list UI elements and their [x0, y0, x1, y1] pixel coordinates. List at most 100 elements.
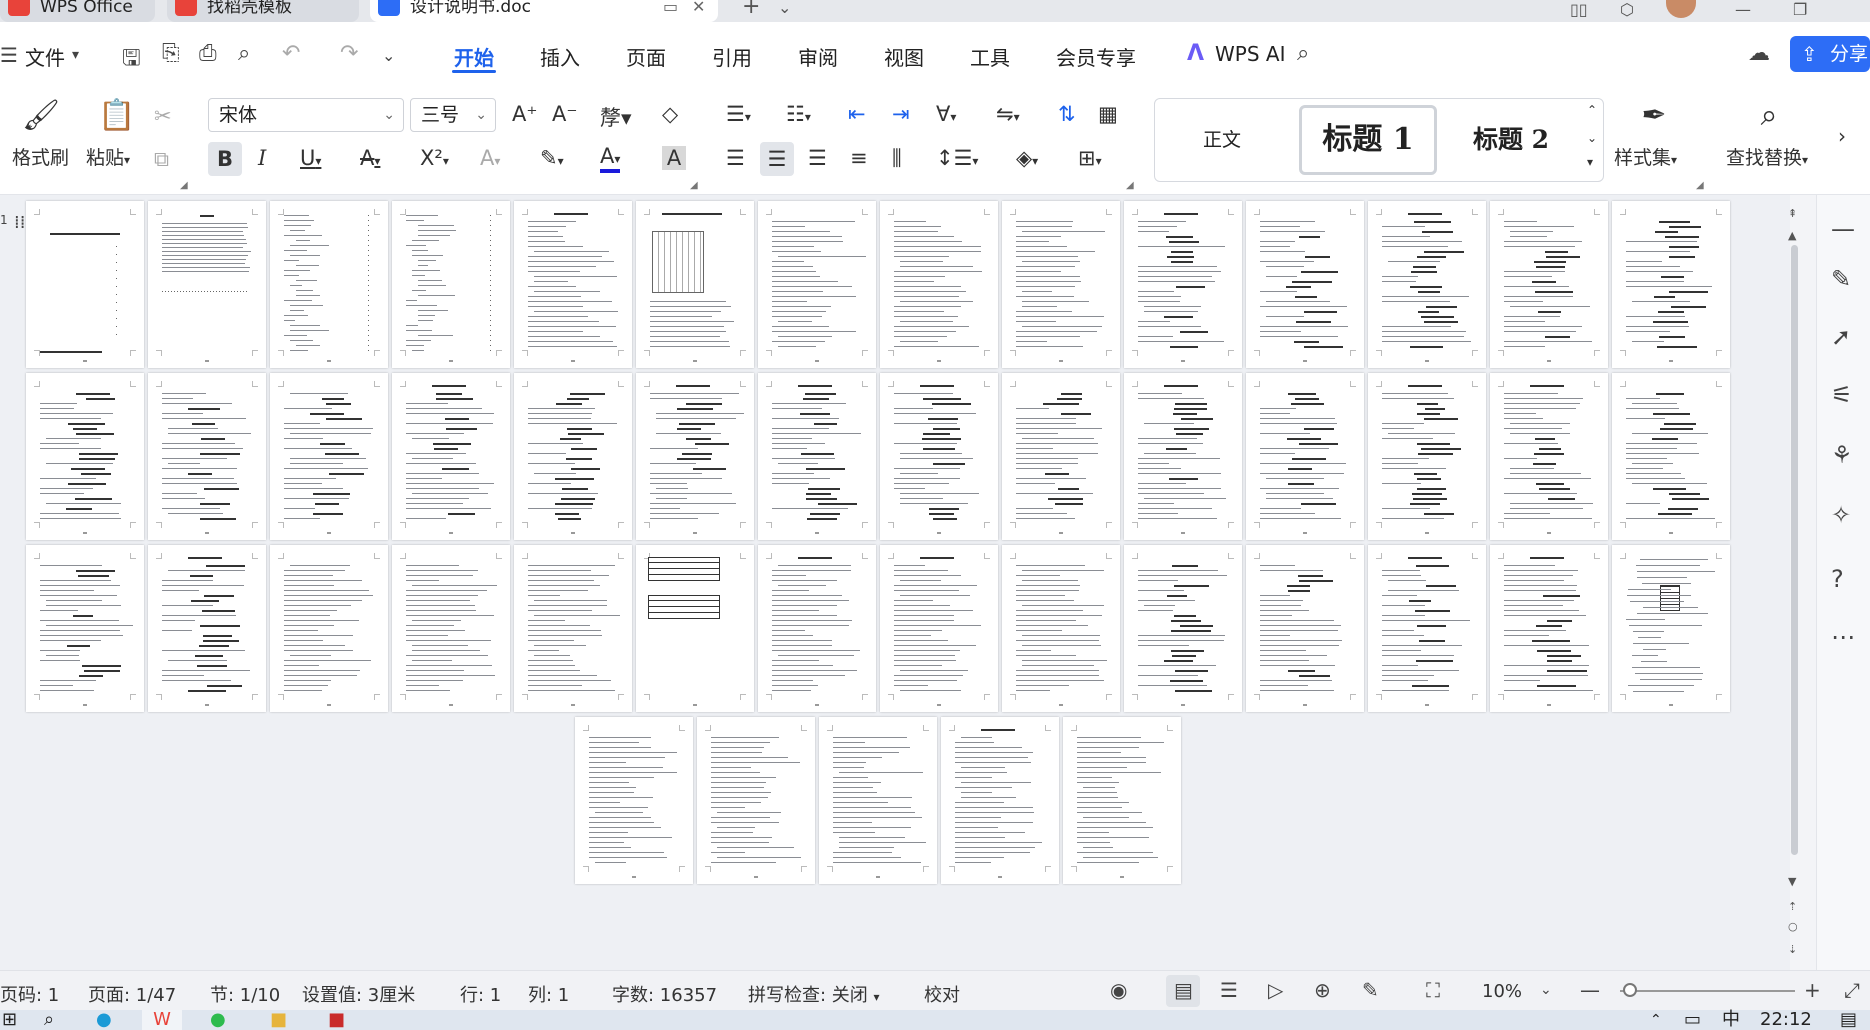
tab-wps-office[interactable]: WPS Office — [0, 0, 155, 22]
page-thumbnail[interactable] — [1124, 545, 1242, 712]
italic-button[interactable]: I — [258, 146, 266, 170]
menu-view[interactable]: 视图 — [884, 42, 924, 71]
tray-network-icon[interactable]: ▭ — [1684, 1010, 1701, 1030]
page-thumbnail[interactable] — [270, 373, 388, 540]
page-thumbnail[interactable] — [1002, 201, 1120, 368]
increase-indent-icon[interactable]: ⇥ — [892, 102, 910, 126]
settings-sliders-icon[interactable]: ⚟ — [1831, 381, 1853, 409]
tab-template[interactable]: 找稻壳模板 — [167, 0, 359, 22]
scroll-down-icon[interactable]: ▼ — [1788, 875, 1796, 888]
select-browse-icon[interactable]: ○ — [1788, 920, 1798, 933]
undo-icon[interactable]: ↶ — [282, 41, 300, 66]
paragraph-launcher-icon[interactable]: ◢ — [1126, 180, 1134, 191]
wechat-icon[interactable]: ● — [210, 1010, 226, 1030]
system-clock[interactable]: 22:12 — [1760, 1010, 1812, 1030]
page-thumbnail[interactable] — [1246, 373, 1364, 540]
format-painter-button[interactable]: 🖌 格式刷 — [12, 98, 70, 170]
page-thumbnail[interactable] — [1063, 717, 1181, 884]
magic-tools-icon[interactable]: ✧ — [1831, 501, 1851, 529]
page-thumbnail[interactable] — [26, 545, 144, 712]
page-thumbnail[interactable] — [148, 545, 266, 712]
copy-icon[interactable]: ⧉ — [154, 147, 169, 172]
page-thumbnail[interactable] — [514, 201, 632, 368]
page-thumbnail[interactable] — [1612, 201, 1730, 368]
zoom-slider-handle[interactable] — [1622, 983, 1637, 997]
style-scroll-down-icon[interactable]: ⌄ — [1587, 131, 1597, 145]
share-link-icon[interactable]: ⎘ — [162, 41, 180, 66]
fullscreen-icon[interactable]: ⤢ — [1844, 978, 1860, 1002]
menu-review[interactable]: 审阅 — [798, 42, 838, 71]
sort-icon[interactable]: ⇅ — [1058, 102, 1076, 126]
folder-icon[interactable]: ■ — [270, 1010, 287, 1030]
page-thumbnail[interactable] — [392, 373, 510, 540]
page-thumbnail[interactable] — [1002, 545, 1120, 712]
bullet-list-icon[interactable]: ☰▾ — [726, 102, 751, 126]
collapse-panel-icon[interactable]: — — [1831, 215, 1855, 243]
menu-file[interactable]: 文件 — [25, 42, 65, 71]
style-heading-2[interactable]: 标题 2 — [1447, 105, 1575, 175]
justify-icon[interactable]: ≡ — [850, 146, 868, 170]
decrease-indent-icon[interactable]: ⇤ — [848, 102, 866, 126]
print-preview-icon[interactable]: ⌕ — [238, 41, 250, 66]
page-thumbnail[interactable] — [1002, 373, 1120, 540]
page-thumbnail[interactable] — [636, 545, 754, 712]
page-thumbnail[interactable] — [758, 545, 876, 712]
smart-tool-icon[interactable]: ⚘ — [1831, 441, 1853, 469]
page-thumbnail[interactable] — [1246, 545, 1364, 712]
tray-chevron-icon[interactable]: ⌃ — [1650, 1010, 1662, 1030]
page-thumbnail[interactable] — [758, 373, 876, 540]
page-thumbnail[interactable] — [697, 717, 815, 884]
document-area[interactable]: 1 ⁞⁞ — [0, 195, 1790, 970]
style-normal[interactable]: 正文 — [1167, 105, 1277, 175]
border-icon[interactable]: ⊞▾ — [1078, 146, 1102, 170]
shading-icon[interactable]: ◈▾ — [1016, 146, 1038, 170]
redo-icon[interactable]: ↷ — [340, 41, 358, 66]
page-view-icon[interactable]: ▤ — [1174, 978, 1193, 1002]
share-button[interactable]: ⇪ 分享 — [1790, 36, 1870, 72]
avatar[interactable] — [1666, 0, 1696, 18]
status-row[interactable]: 行: 1 — [460, 981, 501, 1007]
strikethrough-button[interactable]: A▾ — [360, 146, 380, 170]
layout-icon[interactable]: ▯▯ — [1570, 0, 1588, 19]
page-thumbnail[interactable] — [1490, 545, 1608, 712]
notification-icon[interactable]: ▤ — [1840, 1010, 1857, 1030]
zoom-slider[interactable] — [1620, 990, 1795, 992]
wps-taskbar-icon[interactable]: W — [142, 1010, 182, 1030]
status-spellcheck[interactable]: 拼写检查: 关闭 ▾ — [748, 981, 880, 1007]
maximize-icon[interactable]: ❐ — [1793, 0, 1807, 19]
globe-icon[interactable]: ⊕ — [1314, 978, 1331, 1002]
scroll-top-icon[interactable]: ⇞ — [1788, 207, 1797, 220]
align-center-icon[interactable]: ☰ — [760, 142, 794, 176]
zoom-out-icon[interactable]: — — [1580, 978, 1600, 1002]
tab-device-icon[interactable]: ▭ — [663, 0, 678, 15]
page-thumbnail[interactable] — [636, 201, 754, 368]
prev-page-icon[interactable]: ⇡ — [1788, 900, 1797, 913]
save-icon[interactable]: 🖫 — [122, 41, 141, 79]
more-icon[interactable]: ⋯ — [1831, 623, 1855, 651]
play-icon[interactable]: ▷ — [1268, 978, 1283, 1002]
page-thumbnail[interactable] — [819, 717, 937, 884]
scroll-thumb[interactable] — [1791, 245, 1798, 855]
page-thumbnail[interactable] — [26, 201, 144, 368]
page-thumbnail[interactable] — [392, 545, 510, 712]
fit-page-icon[interactable]: ⛶ — [1426, 978, 1440, 1002]
page-thumbnail[interactable] — [880, 545, 998, 712]
eye-icon[interactable]: ◉ — [1110, 978, 1127, 1002]
new-tab-button[interactable]: + — [742, 0, 760, 18]
minimize-icon[interactable]: — — [1735, 0, 1751, 19]
print-icon[interactable]: ⎙ — [199, 41, 217, 66]
menu-home[interactable]: 开始 — [454, 42, 494, 71]
menu-reference[interactable]: 引用 — [712, 42, 752, 71]
char-shading-button[interactable]: A — [662, 146, 686, 170]
font-size-select[interactable]: 三号 ⌄ — [410, 98, 496, 132]
align-left-icon[interactable]: ☰ — [726, 146, 745, 170]
sort-direction-icon[interactable]: ⇋▾ — [996, 102, 1020, 126]
page-thumbnail[interactable] — [270, 201, 388, 368]
text-effect-button[interactable]: A▾ — [480, 146, 500, 170]
tab-close-icon[interactable]: ✕ — [692, 0, 705, 15]
page-thumbnail[interactable] — [1490, 201, 1608, 368]
zoom-chevron-icon[interactable]: ⌄ — [1540, 982, 1552, 998]
align-right-icon[interactable]: ☰ — [808, 146, 827, 170]
styles-launcher-icon[interactable]: ◢ — [1696, 180, 1704, 191]
text-direction-icon[interactable]: Ɐ▾ — [936, 102, 956, 126]
